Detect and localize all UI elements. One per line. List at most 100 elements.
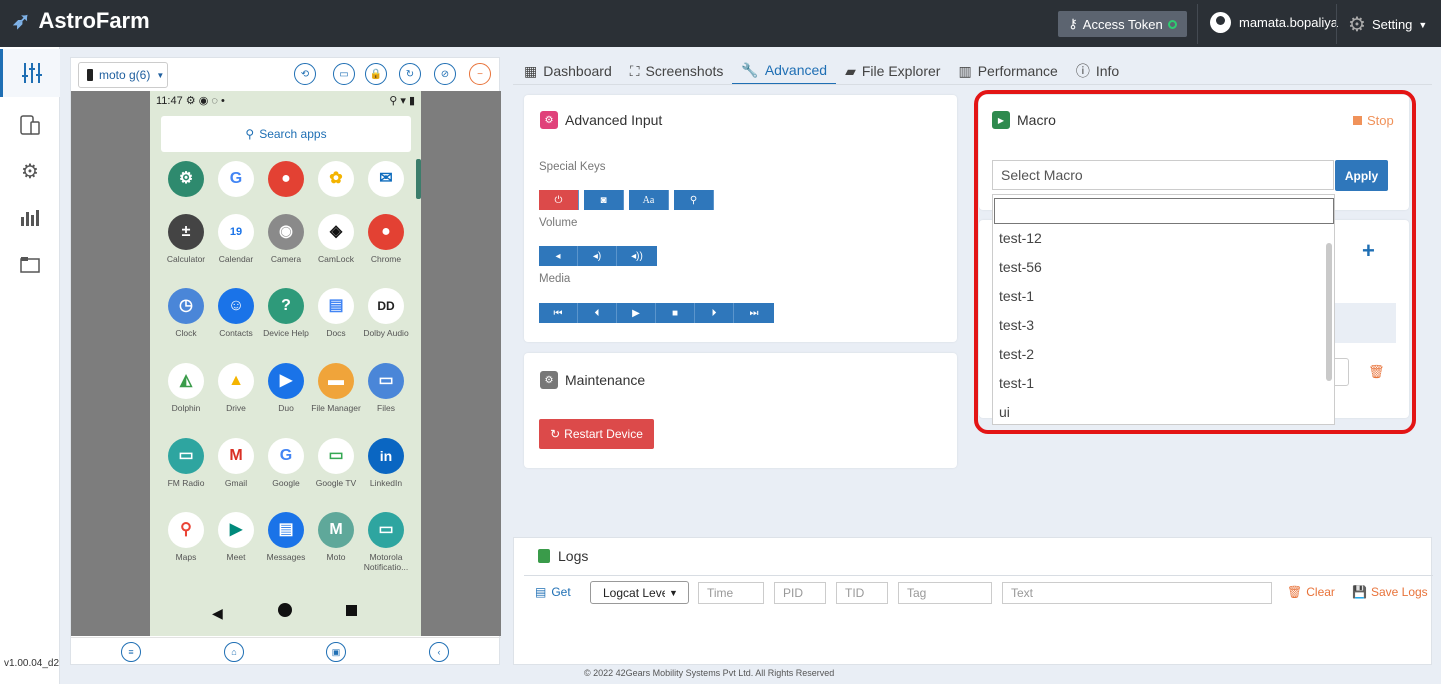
tab-file-explorer[interactable]: ▰ File Explorer (836, 57, 949, 85)
skip-forward-button[interactable]: ⏭ (734, 303, 774, 323)
tab-screenshots[interactable]: ⛶ Screenshots (621, 57, 733, 85)
tab-dashboard[interactable]: ▦ Dashboard (524, 57, 621, 85)
tab-divider (513, 84, 1432, 85)
app-label: Google TV (315, 478, 357, 488)
tab-info[interactable]: ⓘ Info (1067, 57, 1128, 85)
app-motorola-notifications[interactable]: ▭ Motorola Notificatio... (356, 512, 416, 572)
access-token-button[interactable]: ⚷ Access Token (1058, 11, 1187, 37)
sliders-icon (22, 63, 42, 83)
app-label: FM Radio (167, 478, 205, 488)
camera-button[interactable]: ◙ (584, 190, 624, 210)
tag-input[interactable]: Tag (898, 582, 992, 604)
power-button[interactable]: ⏻ (539, 190, 579, 210)
get-logs-button[interactable]: ▤ Get (535, 585, 571, 599)
chevron-down-icon: ▼ (1418, 19, 1428, 30)
text-input[interactable]: Text (1002, 582, 1272, 604)
back-icon[interactable]: ‹ (429, 642, 449, 662)
device-name: moto g(6) (99, 68, 151, 82)
tab-performance[interactable]: ▥ Performance (949, 57, 1066, 85)
setting-menu[interactable]: ⚙ Setting ▼ (1348, 12, 1427, 37)
username: mamata.bopaliya (1239, 15, 1338, 30)
device-panel: moto g(6) ▼ ⟲ ▭ 🔒 ↻ ⊘ − 11:47 ⚙ ◉ ◌ • ⚲ ▾… (70, 57, 501, 666)
app-linkedin[interactable]: in LinkedIn (356, 438, 416, 488)
search-button[interactable]: ⚲ (674, 190, 714, 210)
device-screen[interactable]: 11:47 ⚙ ◉ ◌ • ⚲ ▾ ▮ ⚲ Search apps ⚙ G ● ✿… (71, 91, 501, 636)
logcat-level-select[interactable]: Logcat Leve ▼ (590, 581, 689, 604)
media-label: Media (539, 273, 571, 285)
recents-icon[interactable]: ▣ (326, 642, 346, 662)
grid-icon: ▦ (524, 62, 538, 79)
hide-icon[interactable]: ⊘ (434, 63, 456, 85)
app-logo[interactable]: ➶ AstroFarm (12, 8, 150, 34)
time-input[interactable]: Time (698, 582, 764, 604)
rotate-icon[interactable]: ⟲ (294, 63, 316, 85)
text-input-button[interactable]: Aa (629, 190, 669, 210)
save-logs-button[interactable]: 💾 Save Logs (1352, 585, 1428, 599)
app-files[interactable]: ▭ Files (356, 363, 416, 413)
recents-icon[interactable] (346, 605, 357, 616)
lock-icon[interactable]: 🔒 (365, 63, 387, 85)
tab-advanced[interactable]: 🔧 Advanced (732, 57, 837, 85)
advanced-input-card: ⚙ Advanced Input Special Keys ⏻ ◙ Aa ⚲ V… (524, 95, 957, 342)
restart-device-button[interactable]: ↻ Restart Device (539, 419, 654, 449)
status-time: 11:47 (156, 95, 183, 107)
app-outlook[interactable]: ✉ (356, 161, 416, 201)
refresh-icon[interactable]: ↻ (399, 63, 421, 85)
chevron-down-icon: ▼ (669, 587, 678, 598)
phone-display[interactable]: 11:47 ⚙ ◉ ◌ • ⚲ ▾ ▮ ⚲ Search apps ⚙ G ● ✿… (150, 91, 421, 636)
logs-title: Logs (558, 548, 589, 564)
bar-chart-icon[interactable] (17, 205, 43, 231)
clear-label: Clear (1306, 585, 1335, 599)
app-label: Device Help (263, 328, 309, 338)
devices-icon[interactable] (17, 113, 43, 139)
app-dolby-audio[interactable]: DD Dolby Audio (356, 288, 416, 338)
card-title: Advanced Input (565, 112, 663, 128)
device-select[interactable]: moto g(6) ▼ (78, 62, 168, 88)
home-icon[interactable]: ⌂ (224, 642, 244, 662)
next-button[interactable]: ⏵ (695, 303, 734, 323)
maintenance-card: ⚙ Maintenance ↻ Restart Device (524, 353, 957, 468)
scroll-indicator (416, 159, 421, 199)
folder-icon[interactable] (17, 253, 43, 279)
app-label: Drive (226, 403, 246, 413)
avatar (1210, 12, 1231, 33)
setting-label: Setting (1371, 17, 1413, 32)
pid-input[interactable]: PID (774, 582, 826, 604)
volume-down-button[interactable]: ◂) (578, 246, 617, 266)
tab-label: Performance (977, 63, 1058, 79)
get-label: Get (551, 585, 571, 599)
menu-icon[interactable]: ≡ (121, 642, 141, 662)
gear-icon[interactable]: ⚙ (17, 159, 43, 185)
app-chrome[interactable]: ● Chrome (356, 214, 416, 264)
app-label: Docs (326, 328, 346, 338)
back-icon[interactable]: ◀ (212, 605, 223, 622)
phone-nav-bar: ◀ (150, 591, 421, 636)
stop-button[interactable]: ■ (656, 303, 695, 323)
tid-input[interactable]: TID (836, 582, 888, 604)
top-bar: ➶ AstroFarm ⚷ Access Token mamata.bopali… (0, 0, 1441, 47)
document-icon (538, 549, 550, 563)
volume-up-button[interactable]: ◂)) (617, 246, 657, 266)
tab-label: Advanced (764, 62, 828, 78)
logcat-level-value: Logcat Leve (603, 585, 665, 600)
sidebar-item-controls[interactable] (0, 49, 60, 97)
device-nav-controls: ≡ ⌂ ▣ ‹ (71, 637, 501, 666)
search-apps-bar[interactable]: ⚲ Search apps (161, 116, 411, 152)
tab-label: Dashboard (543, 63, 612, 79)
screenshot-icon: ⛶ (629, 62, 640, 79)
mute-button[interactable]: ◂ (539, 246, 578, 266)
record-icon[interactable]: ▭ (333, 63, 355, 85)
play-button[interactable]: ▶ (617, 303, 656, 323)
skip-back-button[interactable]: ⏮ (539, 303, 578, 323)
app-label: LinkedIn (369, 478, 403, 488)
disconnect-icon[interactable]: − (469, 63, 491, 85)
app-label: Calculator (166, 254, 206, 264)
user-menu[interactable]: mamata.bopaliya (1210, 12, 1338, 33)
logs-tab[interactable]: Logs (538, 548, 588, 564)
home-icon[interactable] (278, 603, 292, 617)
folder-open-icon: ▰ (845, 62, 856, 79)
clear-logs-button[interactable]: 🗑 Clear (1287, 585, 1335, 599)
tab-bar: ▦ Dashboard ⛶ Screenshots 🔧 Advanced ▰ File … (524, 57, 1128, 85)
previous-button[interactable]: ⏴ (578, 303, 617, 323)
app-label: Meet (226, 552, 246, 562)
